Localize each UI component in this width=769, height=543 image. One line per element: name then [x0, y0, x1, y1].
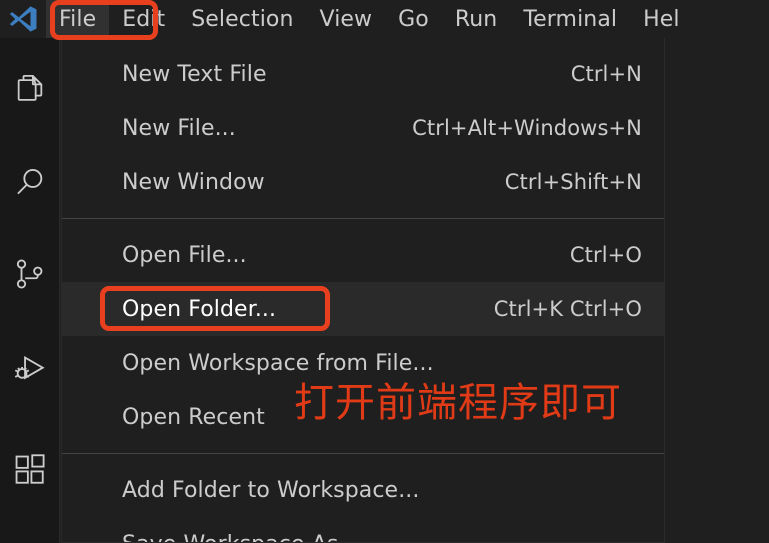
sidebar-item-extensions[interactable] — [0, 438, 59, 502]
menu-item-label: Add Folder to Workspace... — [122, 477, 420, 503]
extensions-icon — [13, 453, 47, 487]
vscode-window: File Edit Selection View Go Run Terminal… — [0, 0, 769, 543]
title-menu-bar: File Edit Selection View Go Run Terminal… — [0, 0, 769, 38]
menu-item-open-folder[interactable]: Open Folder... Ctrl+K Ctrl+O — [62, 282, 664, 336]
source-control-icon — [13, 257, 47, 291]
menubar-label: Hel — [643, 6, 680, 32]
menubar-item-selection[interactable]: Selection — [178, 0, 306, 38]
menu-item-label: Open File... — [122, 242, 247, 268]
menu-item-shortcut: Ctrl+K Ctrl+O — [493, 297, 642, 321]
menubar-item-view[interactable]: View — [307, 0, 386, 38]
menu-item-label: Open Workspace from File... — [122, 350, 434, 376]
menu-padding — [62, 209, 664, 218]
menubar-label: Selection — [191, 6, 294, 32]
menu-item-shortcut: Ctrl+N — [570, 62, 642, 86]
search-icon — [13, 165, 47, 199]
vscode-logo-icon — [0, 0, 46, 38]
menubar-item-edit[interactable]: Edit — [109, 0, 178, 38]
menu-item-shortcut: Ctrl+O — [569, 243, 642, 267]
annotation-note-text: 打开前端程序即可 — [294, 380, 622, 426]
run-and-debug-icon — [13, 353, 47, 387]
menu-item-shortcut: Ctrl+Shift+N — [504, 170, 642, 194]
menubar-item-help[interactable]: Hel — [630, 0, 693, 38]
activity-bar — [0, 38, 60, 543]
menubar-item-go[interactable]: Go — [385, 0, 442, 38]
menu-item-new-window[interactable]: New Window Ctrl+Shift+N — [62, 155, 664, 209]
menu-padding — [62, 219, 664, 228]
sidebar-item-search[interactable] — [0, 150, 59, 214]
menu-item-shortcut: Ctrl+Alt+Windows+N — [412, 116, 642, 140]
menubar-label: Edit — [122, 6, 166, 32]
menu-item-label: New Text File — [122, 61, 267, 87]
sidebar-item-source-control[interactable] — [0, 242, 59, 306]
menubar-item-terminal[interactable]: Terminal — [510, 0, 630, 38]
menu-item-save-workspace-as[interactable]: Save Workspace As... — [62, 517, 664, 543]
menu-item-new-file[interactable]: New File... Ctrl+Alt+Windows+N — [62, 101, 664, 155]
menu-padding — [62, 454, 664, 463]
menubar-label: View — [319, 6, 373, 32]
menubar-item-file[interactable]: File — [46, 0, 110, 38]
sidebar-item-explorer[interactable] — [0, 58, 59, 122]
menu-item-open-file[interactable]: Open File... Ctrl+O — [62, 228, 664, 282]
menubar-label: Run — [454, 6, 498, 32]
menu-padding — [62, 444, 664, 453]
menu-padding-top — [62, 38, 664, 47]
menu-item-label: Open Recent — [122, 404, 265, 430]
menubar-label: Terminal — [523, 6, 618, 32]
menubar-item-run[interactable]: Run — [442, 0, 511, 38]
menu-item-label: Save Workspace As... — [72, 532, 360, 543]
menu-item-add-folder-to-workspace[interactable]: Add Folder to Workspace... — [62, 463, 664, 517]
menubar-label: Go — [398, 6, 429, 32]
sidebar-item-run-and-debug[interactable] — [0, 338, 59, 402]
menu-item-label: New Window — [122, 169, 265, 195]
menu-item-new-text-file[interactable]: New Text File Ctrl+N — [62, 47, 664, 101]
menu-item-label: Open Folder... — [122, 296, 277, 322]
menu-item-label: New File... — [122, 115, 236, 141]
file-dropdown-menu: New Text File Ctrl+N New File... Ctrl+Al… — [61, 38, 665, 543]
files-icon — [13, 73, 47, 107]
menubar-label: File — [59, 6, 97, 32]
menubar-items: File Edit Selection View Go Run Terminal… — [46, 0, 693, 38]
